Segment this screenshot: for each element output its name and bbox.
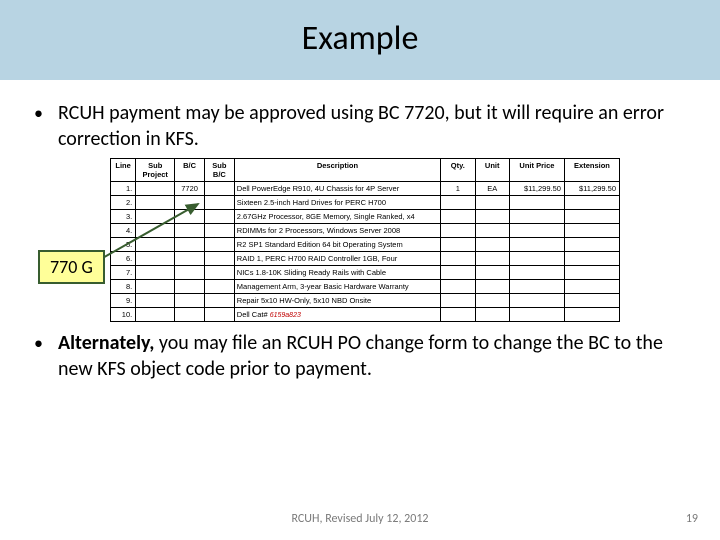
table-cell: $11,299.50 — [564, 182, 619, 196]
table-cell — [441, 266, 475, 280]
table-cell — [509, 196, 564, 210]
table-cell — [136, 308, 175, 322]
table-cell: 9. — [111, 294, 136, 308]
table-cell — [509, 280, 564, 294]
table-cell: Repair 5x10 HW-Only, 5x10 NBD Onsite — [234, 294, 440, 308]
table-cell: RAID 1, PERC H700 RAID Controller 1GB, F… — [234, 252, 440, 266]
table-cell — [204, 280, 234, 294]
table-cell — [441, 308, 475, 322]
table-cell: 7720 — [175, 182, 205, 196]
table-cell: 8. — [111, 280, 136, 294]
table-cell — [136, 280, 175, 294]
table-cell: 10. — [111, 308, 136, 322]
table-cell — [204, 294, 234, 308]
table-cell: 1. — [111, 182, 136, 196]
th-unit: Unit — [475, 159, 509, 182]
bullet-2-text: Alternately, you may file an RCUH PO cha… — [58, 330, 690, 382]
table-cell — [475, 196, 509, 210]
table-cell — [509, 210, 564, 224]
table-header-row: Line Sub Project B/C Sub B/C Description… — [111, 159, 620, 182]
bullet-1: • RCUH payment may be approved using BC … — [30, 100, 690, 152]
table-cell: Dell PowerEdge R910, 4U Chassis for 4P S… — [234, 182, 440, 196]
bullet-1-text: RCUH payment may be approved using BC 77… — [58, 100, 690, 152]
table-cell — [564, 294, 619, 308]
table-row: 8. Management Arm, 3-year Basic Hardware … — [111, 280, 620, 294]
table-cell — [564, 308, 619, 322]
th-line: Line — [111, 159, 136, 182]
table-cell — [509, 252, 564, 266]
table-cell — [441, 196, 475, 210]
table-cell: 2.67GHz Processor, 8GE Memory, Single Ra… — [234, 210, 440, 224]
table-cell — [475, 238, 509, 252]
slide-title: Example — [0, 18, 720, 59]
table-cell — [509, 308, 564, 322]
table-cell — [175, 308, 205, 322]
table-cell: Management Arm, 3-year Basic Hardware Wa… — [234, 280, 440, 294]
table-cell — [564, 238, 619, 252]
table-cell — [475, 224, 509, 238]
table-cell — [441, 294, 475, 308]
footer-page-number: 19 — [686, 512, 698, 526]
table-cell — [175, 294, 205, 308]
table-cell — [475, 280, 509, 294]
table-cell — [564, 224, 619, 238]
table-cell: Sixteen 2.5-inch Hard Drives for PERC H7… — [234, 196, 440, 210]
table-cell — [441, 210, 475, 224]
table-cell: EA — [475, 182, 509, 196]
table-cell — [475, 294, 509, 308]
table-cell: RDIMMs for 2 Processors, Windows Server … — [234, 224, 440, 238]
table-cell — [175, 280, 205, 294]
table-cell: 1 — [441, 182, 475, 196]
bullet-marker: • — [30, 330, 58, 382]
table-cell — [136, 294, 175, 308]
table-cell — [564, 196, 619, 210]
th-desc: Description — [234, 159, 440, 182]
table-row: 10. Dell Cat# 6159a823 — [111, 308, 620, 322]
table-cell — [136, 182, 175, 196]
th-ext: Extension — [564, 159, 619, 182]
table-cell — [475, 266, 509, 280]
table-cell — [204, 308, 234, 322]
table-cell: Dell Cat# 6159a823 — [234, 308, 440, 322]
th-qty: Qty. — [441, 159, 475, 182]
footer-center: RCUH, Revised July 12, 2012 — [0, 512, 720, 526]
bullet-marker: • — [30, 100, 58, 152]
callout-arrow — [90, 198, 220, 268]
table-cell — [509, 224, 564, 238]
table-cell — [509, 238, 564, 252]
th-sbc: Sub B/C — [204, 159, 234, 182]
table-cell — [441, 224, 475, 238]
th-bc: B/C — [175, 159, 205, 182]
bullet-2: • Alternately, you may file an RCUH PO c… — [30, 330, 690, 382]
table-cell — [441, 280, 475, 294]
table-cell — [564, 280, 619, 294]
table-cell — [509, 294, 564, 308]
table-cell — [564, 266, 619, 280]
table-cell — [564, 252, 619, 266]
table-cell — [475, 210, 509, 224]
table-cell: R2 SP1 Standard Edition 64 bit Operating… — [234, 238, 440, 252]
table-cell — [441, 252, 475, 266]
table-cell — [204, 182, 234, 196]
table-cell: $11,299.50 — [509, 182, 564, 196]
th-up: Unit Price — [509, 159, 564, 182]
th-sub: Sub Project — [136, 159, 175, 182]
table-cell — [475, 252, 509, 266]
bullet-2-bold: Alternately, — [58, 331, 154, 355]
callout-box: 770 G — [38, 250, 105, 284]
table-cell — [564, 210, 619, 224]
table-row: 1. 7720 Dell PowerEdge R910, 4U Chassis fo… — [111, 182, 620, 196]
table-cell: NICs 1.8-10K Sliding Ready Rails with Ca… — [234, 266, 440, 280]
table-cell — [475, 308, 509, 322]
table-cell — [441, 238, 475, 252]
table-row: 9. Repair 5x10 HW-Only, 5x10 NBD Onsite — [111, 294, 620, 308]
table-cell — [509, 266, 564, 280]
